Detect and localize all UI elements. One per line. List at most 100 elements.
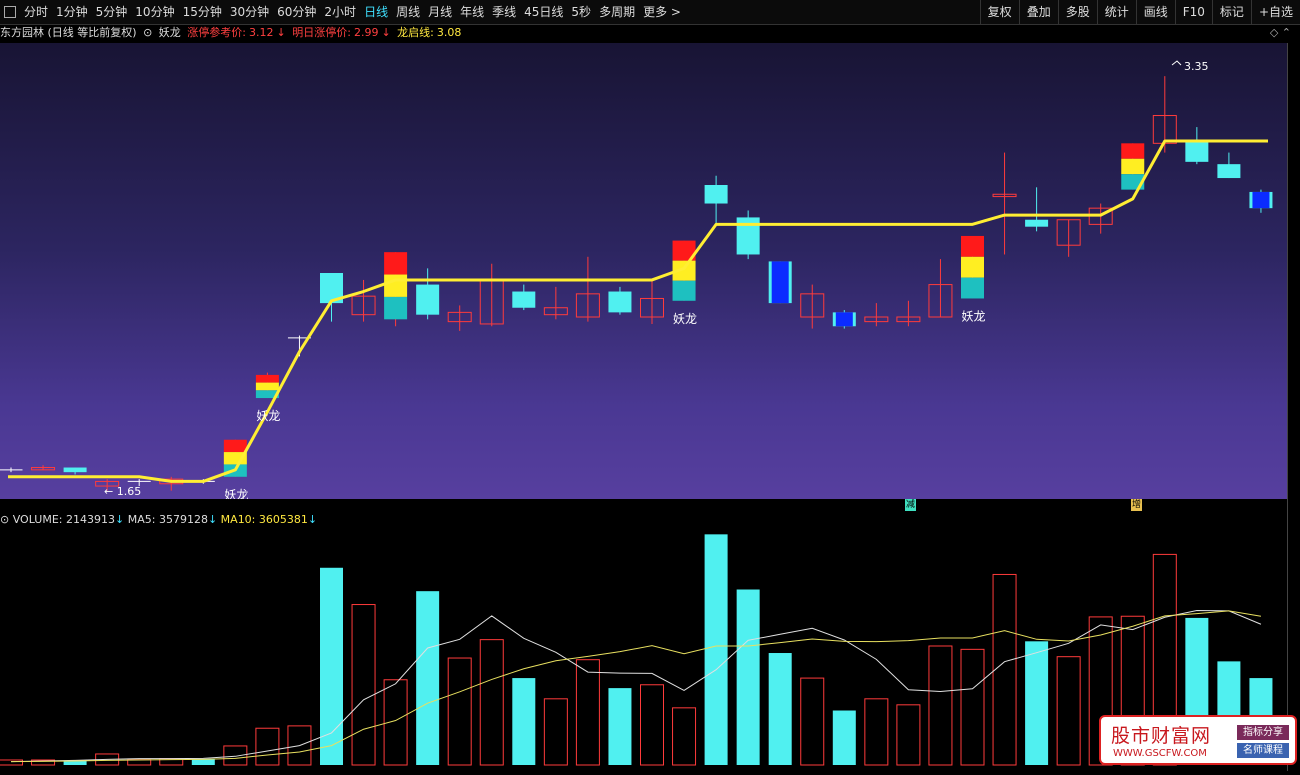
candle-31 — [992, 152, 1017, 255]
signal-seg-red-30 — [961, 235, 984, 257]
volume-bar-25 — [800, 677, 825, 766]
period-tab-7[interactable]: 2小时 — [320, 0, 360, 24]
ma5-label: MA5: — [127, 513, 156, 526]
tool-button-2[interactable]: 多股 — [1057, 0, 1097, 24]
tool-button-3[interactable]: 统计 — [1096, 0, 1136, 24]
period-tab-9[interactable]: 周线 — [392, 0, 424, 24]
period-tab-4[interactable]: 15分钟 — [179, 0, 226, 24]
volume-bar-30 — [960, 648, 985, 766]
tool-button-4[interactable]: 画线 — [1135, 0, 1175, 24]
layout-icon[interactable] — [4, 6, 16, 18]
candle-body-38 — [1217, 164, 1241, 179]
signal-seg-teal-12 — [384, 296, 408, 320]
reduce-mark: 减 — [905, 499, 917, 511]
volume-bar-21 — [672, 707, 697, 766]
candle-body-19 — [608, 291, 632, 313]
signal-seg-yellow-8 — [255, 382, 279, 391]
ma10-line — [10, 610, 1262, 763]
dragon-line-value: 3.08 — [436, 26, 462, 39]
price-chart[interactable]: 妖龙 妖龙 妖龙 妖龙 ← 1.65 3.35 — [0, 43, 1287, 499]
tool-buttons: 复权 叠加 多股 统计 画线 F10 标记 +自选 — [979, 0, 1300, 24]
volume-toggle-icon[interactable]: ⊙ — [0, 513, 9, 526]
tomorrow-limit-arrow: ↓ — [381, 26, 391, 39]
increase-mark: 增 — [1131, 499, 1143, 511]
volume-bar-16 — [512, 678, 536, 765]
volume-bar-17 — [543, 698, 568, 766]
candle-29 — [928, 259, 953, 318]
volume-bar-0 — [0, 759, 23, 766]
candle-20 — [640, 279, 664, 324]
period-tab-10[interactable]: 月线 — [424, 0, 456, 24]
candle-16 — [512, 284, 536, 311]
period-tab-2[interactable]: 5分钟 — [92, 0, 132, 24]
candlestick-svg: 妖龙妖龙妖龙 妖龙← 1.653.35 — [0, 60, 1273, 499]
volume-bar-13 — [416, 591, 440, 765]
period-tab-6[interactable]: 60分钟 — [273, 0, 320, 24]
price-axis — [1287, 43, 1300, 771]
low-price-label: ← 1.65 — [104, 485, 141, 498]
ma10-arrow: ↓ — [307, 513, 318, 526]
candle-18 — [575, 256, 600, 322]
volume-bar-27 — [864, 698, 889, 766]
period-tab-12[interactable]: 季线 — [488, 0, 520, 24]
ma5-value: 3579128 — [158, 513, 208, 526]
volume-bar-15 — [479, 639, 504, 766]
period-tab-5[interactable]: 30分钟 — [226, 0, 273, 24]
stock-title: 东方园林 (日线 等比前复权) — [0, 26, 137, 39]
period-tab-8[interactable]: 日线 — [360, 0, 392, 24]
candle-32 — [1025, 187, 1049, 232]
candle-25 — [800, 284, 825, 329]
volume-bar-24 — [768, 653, 792, 765]
period-tab-1[interactable]: 1分钟 — [52, 0, 92, 24]
tool-button-1[interactable]: 叠加 — [1018, 0, 1058, 24]
volume-bar-18 — [575, 659, 600, 766]
candle-11 — [351, 279, 376, 322]
tool-button-7[interactable]: +自选 — [1250, 0, 1300, 24]
candle-38 — [1217, 152, 1241, 179]
candle-24 — [768, 261, 792, 304]
volume-bar-28 — [896, 704, 921, 766]
signal-label-7: 妖龙 — [224, 488, 248, 499]
volume-chart[interactable] — [0, 529, 1287, 771]
volume-bar-7 — [223, 745, 248, 766]
candle-26 — [832, 310, 856, 329]
period-toolbar: 分时 1分钟 5分钟 10分钟 15分钟 30分钟 60分钟 2小时 日线 周线 月线 年线 季线 45日… — [0, 0, 1300, 25]
limit-ref-label: 涨停参考价: — [187, 26, 247, 39]
candle-34 — [1088, 203, 1113, 234]
signal-seg-teal-21 — [672, 280, 696, 301]
period-tab-16[interactable]: 更多 > — [639, 0, 685, 24]
limit-ref-value: 3.12 — [249, 26, 274, 39]
candle-27 — [864, 303, 889, 327]
signal-seg-red-35 — [1121, 143, 1145, 159]
period-tab-14[interactable]: 5秒 — [567, 0, 595, 24]
panel-control-icons[interactable]: ◇ ⌃ — [1270, 24, 1291, 42]
candle-body-32 — [1025, 219, 1049, 227]
signal-seg-red-12 — [384, 252, 408, 275]
volume-bar-32 — [1025, 641, 1049, 765]
period-tab-11[interactable]: 年线 — [456, 0, 488, 24]
volume-bar-20 — [640, 684, 664, 766]
tomorrow-limit-value: 2.99 — [353, 26, 379, 39]
candle-30 — [961, 235, 984, 299]
period-tab-15[interactable]: 多周期 — [595, 0, 639, 24]
candle-body-16 — [512, 291, 536, 308]
period-tab-13[interactable]: 45日线 — [520, 0, 567, 24]
period-tab-3[interactable]: 10分钟 — [131, 0, 178, 24]
indicator-name[interactable]: 妖龙 — [159, 26, 181, 39]
tomorrow-limit-label: 明日涨停价: — [292, 26, 351, 39]
volume-bar-23 — [736, 589, 760, 765]
candle-0 — [0, 467, 23, 473]
candle-13 — [416, 268, 440, 320]
volume-value: 2143913 — [66, 513, 115, 526]
indicator-info-bar: 东方园林 (日线 等比前复权) ⊙ 妖龙 涨停参考价: 3.12 ↓ 明日涨停价: 2… — [0, 24, 1300, 42]
candle-2 — [63, 467, 87, 475]
signal-seg-yellow-12 — [384, 274, 408, 297]
indicator-toggle-icon[interactable]: ⊙ — [143, 26, 152, 39]
tool-button-6[interactable]: 标记 — [1211, 0, 1251, 24]
candle-body-13 — [416, 284, 440, 315]
candle-body-22 — [704, 185, 728, 204]
period-tab-0[interactable]: 分时 — [20, 0, 52, 24]
tool-button-0[interactable]: 复权 — [979, 0, 1019, 24]
tool-button-5[interactable]: F10 — [1174, 0, 1212, 24]
candle-1 — [31, 465, 56, 471]
